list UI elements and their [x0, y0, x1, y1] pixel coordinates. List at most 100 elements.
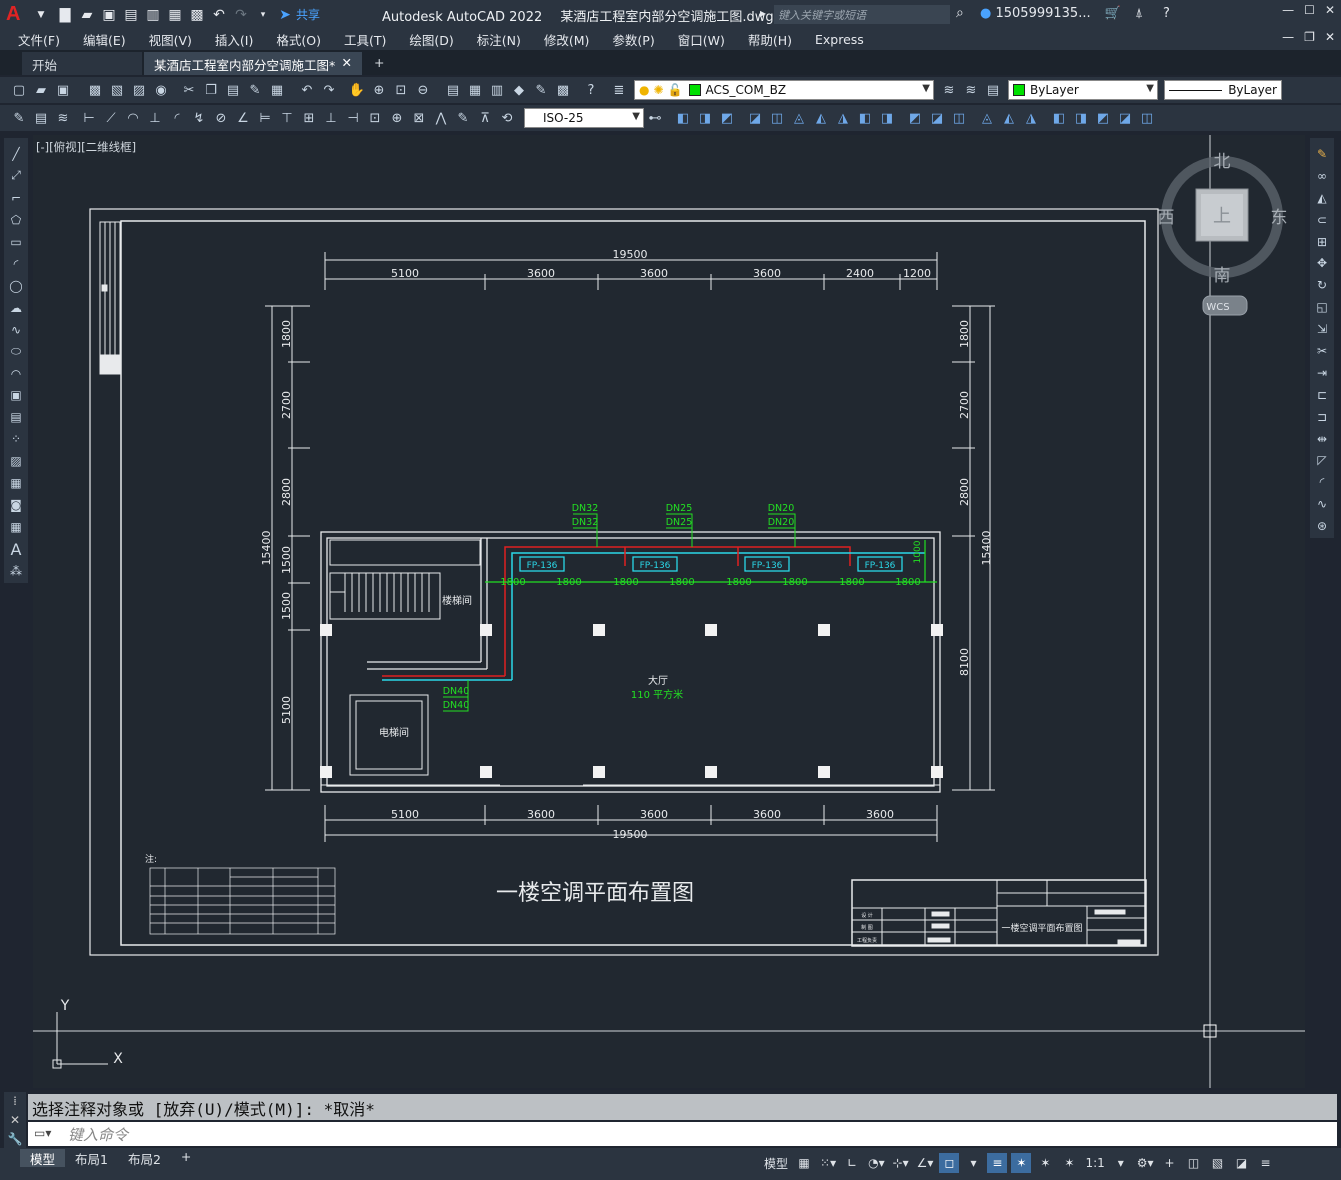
move-icon[interactable]: ✥: [1312, 253, 1332, 273]
customize-icon[interactable]: ▾: [252, 4, 274, 26]
break-at-point-icon[interactable]: ⊏: [1312, 385, 1332, 405]
3dmirror-icon[interactable]: ◫: [1136, 107, 1158, 129]
doc-close-icon[interactable]: ✕: [1325, 30, 1335, 44]
undo-icon[interactable]: ↶: [208, 4, 230, 26]
intersect-icon[interactable]: ◨: [876, 107, 898, 129]
thicken-icon[interactable]: ◪: [926, 107, 948, 129]
section-icon[interactable]: ◫: [948, 107, 970, 129]
autocad-logo-icon[interactable]: A: [6, 3, 36, 26]
snap-icon[interactable]: ⁙▾: [818, 1153, 838, 1173]
customize-wrench-icon[interactable]: 🔧: [8, 1132, 23, 1146]
viewcube-north[interactable]: 北: [1214, 152, 1231, 172]
layer-combo[interactable]: ● ✺ 🔓 ACS_COM_BZ ▼: [634, 80, 934, 100]
copy-icon[interactable]: ❐: [200, 79, 222, 101]
menu-express[interactable]: Express: [815, 32, 864, 47]
polyline-icon[interactable]: ⌐: [6, 188, 26, 208]
jogged-linear-icon[interactable]: ⋀: [430, 107, 452, 129]
maximize-icon[interactable]: ☐: [1304, 3, 1315, 17]
menu-dimension[interactable]: 标注(N): [477, 30, 521, 49]
menu-parametric[interactable]: 参数(P): [612, 30, 654, 49]
cylinder-icon[interactable]: ◨: [694, 107, 716, 129]
tool-palettes-icon[interactable]: ▥: [486, 79, 508, 101]
search-input[interactable]: 键入关键字或短语: [774, 5, 950, 24]
copy-object-icon[interactable]: ∞: [1312, 166, 1332, 186]
open-icon[interactable]: ▰: [30, 79, 52, 101]
sweep-icon[interactable]: ◬: [788, 107, 810, 129]
box-icon[interactable]: ◧: [672, 107, 694, 129]
extrude-icon[interactable]: ◪: [744, 107, 766, 129]
model-space-button[interactable]: 模型: [762, 1153, 790, 1173]
help-icon[interactable]: ?: [1163, 6, 1170, 21]
scale-dropdown-icon[interactable]: ▾: [1111, 1153, 1131, 1173]
menu-file[interactable]: 文件(F): [18, 30, 60, 49]
grip-icon[interactable]: ⁞: [13, 1094, 17, 1108]
workspace-gear-icon[interactable]: ⚙▾: [1135, 1153, 1156, 1173]
isolate-icon[interactable]: ◫: [1184, 1153, 1204, 1173]
auto-scale-icon[interactable]: ✶: [1035, 1153, 1055, 1173]
3darray-icon[interactable]: ◪: [1114, 107, 1136, 129]
menu-format[interactable]: 格式(O): [276, 30, 321, 49]
save-icon[interactable]: ▣: [98, 4, 120, 26]
minimize-icon[interactable]: —: [1282, 3, 1294, 17]
doc-minimize-icon[interactable]: —: [1282, 30, 1294, 44]
trim-icon[interactable]: ✂: [1312, 341, 1332, 361]
circle-icon[interactable]: ◯: [6, 276, 26, 296]
revcloud-icon[interactable]: ☁: [6, 298, 26, 318]
menu-draw[interactable]: 绘图(D): [409, 30, 453, 49]
make-current-icon[interactable]: ≋: [938, 79, 960, 101]
union-icon[interactable]: ◮: [832, 107, 854, 129]
aligned-dim-icon[interactable]: ⟋: [100, 107, 122, 129]
break-icon[interactable]: ⊣: [342, 107, 364, 129]
multiline-text-icon[interactable]: A: [6, 539, 26, 559]
tab-layout2[interactable]: 布局2: [118, 1149, 171, 1167]
layer-iso-icon[interactable]: ▤: [982, 79, 1004, 101]
zoom-window-icon[interactable]: ⊡: [390, 79, 412, 101]
menu-window[interactable]: 窗口(W): [678, 30, 725, 49]
tab-start[interactable]: 开始: [22, 52, 142, 75]
redo-icon[interactable]: ↷: [230, 4, 252, 26]
tab-model[interactable]: 模型: [20, 1149, 66, 1167]
markup-icon[interactable]: ✎: [530, 79, 552, 101]
help-icon-2[interactable]: ?: [580, 79, 602, 101]
tab-layout1[interactable]: 布局1: [65, 1149, 118, 1167]
arc-length-icon[interactable]: ◠: [122, 107, 144, 129]
join-icon[interactable]: ⇹: [1312, 429, 1332, 449]
add-layout-icon[interactable]: +: [171, 1149, 201, 1167]
export-icon[interactable]: ▦: [164, 4, 186, 26]
offset-icon[interactable]: ⊂: [1312, 210, 1332, 230]
search-icon[interactable]: ⌕: [956, 5, 964, 21]
autodesk-app-icon[interactable]: ⍋: [1135, 6, 1143, 21]
layer-state-icon[interactable]: ≋: [52, 107, 74, 129]
user-account[interactable]: ● 1505999135... 🛒 ⍋ ?: [980, 6, 1170, 21]
3dalign-icon[interactable]: ◩: [1092, 107, 1114, 129]
menu-insert[interactable]: 插入(I): [215, 30, 253, 49]
polar-icon[interactable]: ◔▾: [866, 1153, 887, 1173]
layer-properties-icon[interactable]: ≣: [608, 79, 630, 101]
center-mark-icon[interactable]: ⊕: [386, 107, 408, 129]
print-icon[interactable]: ▩: [186, 4, 208, 26]
menu-edit[interactable]: 编辑(E): [83, 30, 126, 49]
layer-previous-icon[interactable]: ≋: [960, 79, 982, 101]
zoom-previous-icon[interactable]: ⊖: [412, 79, 434, 101]
erase-icon[interactable]: ✎: [1312, 144, 1332, 164]
menu-tools[interactable]: 工具(T): [344, 30, 386, 49]
baseline-icon[interactable]: ⊤: [276, 107, 298, 129]
rectangle-icon[interactable]: ▭: [6, 232, 26, 252]
object-tracking-icon[interactable]: ∠▾: [915, 1153, 936, 1173]
properties-icon[interactable]: ▤: [442, 79, 464, 101]
sheet-set-icon[interactable]: ◆: [508, 79, 530, 101]
stretch-icon[interactable]: ⇲: [1312, 319, 1332, 339]
ortho-icon[interactable]: ∟: [842, 1153, 862, 1173]
matchprop-icon[interactable]: ✎: [244, 79, 266, 101]
calculator-icon[interactable]: ▩: [552, 79, 574, 101]
angular-icon[interactable]: ∠: [232, 107, 254, 129]
share-icon[interactable]: ➤: [274, 4, 296, 26]
command-input[interactable]: 键入命令: [28, 1122, 1337, 1146]
dimstyle-icon[interactable]: ⊷: [644, 107, 666, 129]
add-selected-icon[interactable]: ⁂: [6, 561, 26, 581]
arc-icon[interactable]: ◜: [6, 254, 26, 274]
command-prompt-icon[interactable]: ▭▾: [34, 1126, 51, 1140]
qnew-icon[interactable]: ▢: [8, 79, 30, 101]
array-icon[interactable]: ⊞: [1312, 232, 1332, 252]
edit-icon[interactable]: ✎: [8, 107, 30, 129]
